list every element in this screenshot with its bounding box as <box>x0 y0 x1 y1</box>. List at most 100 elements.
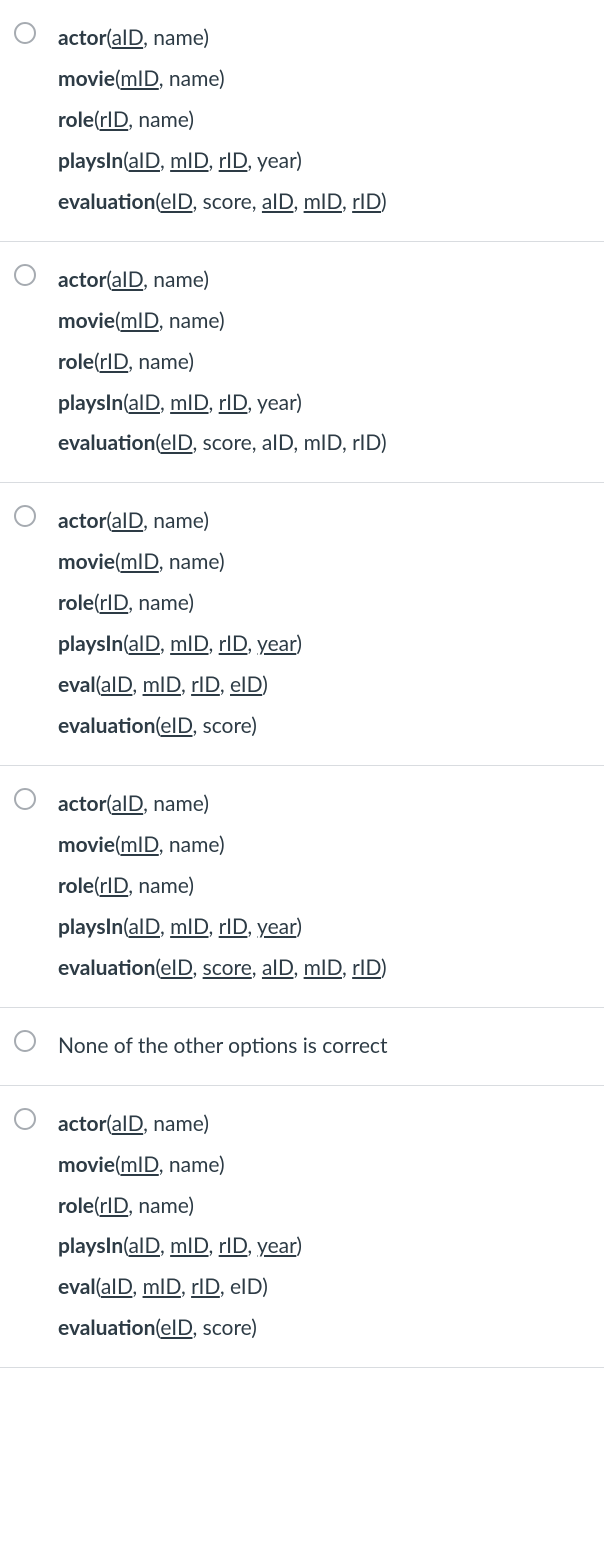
key-attribute: mID <box>304 955 342 980</box>
relation-name: role <box>58 1193 94 1218</box>
text-segment: , name) <box>159 308 225 333</box>
relation-name: actor <box>58 791 106 816</box>
radio-button[interactable] <box>14 1108 36 1130</box>
answer-option[interactable]: None of the other options is correct <box>0 1008 604 1086</box>
answer-option[interactable]: actor(aID, name)movie(mID, name)role(rID… <box>0 0 604 242</box>
key-attribute: eID <box>230 672 262 697</box>
key-attribute: aID <box>112 508 144 533</box>
text-segment: , <box>247 914 257 939</box>
key-attribute: rID <box>99 873 128 898</box>
schema-line: actor(aID, name) <box>58 501 590 542</box>
radio-button[interactable] <box>14 1030 36 1052</box>
text-segment: , <box>209 390 219 415</box>
radio-button[interactable] <box>14 22 36 44</box>
key-attribute: rID <box>99 107 128 132</box>
text-segment: , <box>342 955 352 980</box>
schema-line: movie(mID, name) <box>58 542 590 583</box>
text-segment: , name) <box>159 549 225 574</box>
text-segment: , name) <box>143 1111 209 1136</box>
key-attribute: rID <box>219 1233 248 1258</box>
text-segment: , <box>247 1233 257 1258</box>
schema-line: role(rID, name) <box>58 583 590 624</box>
relation-name: playsIn <box>58 914 123 939</box>
text-segment: ) <box>296 914 302 939</box>
key-attribute: rID <box>191 672 220 697</box>
relation-name: evaluation <box>58 430 155 455</box>
key-attribute: aID <box>112 1111 144 1136</box>
relation-name: actor <box>58 1111 106 1136</box>
key-attribute: aID <box>112 267 144 292</box>
radio-button[interactable] <box>14 788 36 810</box>
text-segment: , name) <box>128 349 194 374</box>
key-attribute: aID <box>128 631 160 656</box>
relation-name: actor <box>58 508 106 533</box>
schema-line: actor(aID, name) <box>58 260 590 301</box>
answer-content: actor(aID, name)movie(mID, name)role(rID… <box>58 784 590 989</box>
relation-name: movie <box>58 549 115 574</box>
relation-name: movie <box>58 832 115 857</box>
text-segment: , score) <box>192 1315 256 1340</box>
answer-option[interactable]: actor(aID, name)movie(mID, name)role(rID… <box>0 1086 604 1369</box>
relation-name: role <box>58 107 94 132</box>
text-segment: , <box>132 672 142 697</box>
key-attribute: rID <box>219 914 248 939</box>
key-attribute: rID <box>219 148 248 173</box>
text-segment: , <box>293 189 303 214</box>
key-attribute: rID <box>219 631 248 656</box>
relation-name: movie <box>58 1152 115 1177</box>
answer-option[interactable]: actor(aID, name)movie(mID, name)role(rID… <box>0 766 604 1008</box>
text-segment: , name) <box>143 267 209 292</box>
key-attribute: rID <box>352 955 381 980</box>
text-segment: , <box>220 672 230 697</box>
schema-line: role(rID, name) <box>58 100 590 141</box>
relation-name: actor <box>58 267 106 292</box>
relation-name: role <box>58 590 94 615</box>
key-attribute: eID <box>160 189 192 214</box>
text-segment: ) <box>381 189 387 214</box>
key-attribute: rID <box>99 590 128 615</box>
text-segment: , <box>160 1233 170 1258</box>
text-segment: , name) <box>159 66 225 91</box>
schema-line: evaluation(eID, score, aID, mID, rID) <box>58 182 590 223</box>
text-segment: ) <box>262 672 268 697</box>
key-attribute: aID <box>128 390 160 415</box>
schema-line: playsIn(aID, mID, rID, year) <box>58 1226 590 1267</box>
answer-option[interactable]: actor(aID, name)movie(mID, name)role(rID… <box>0 483 604 766</box>
relation-name: evaluation <box>58 1315 155 1340</box>
answer-option[interactable]: actor(aID, name)movie(mID, name)role(rID… <box>0 242 604 484</box>
text-segment: , name) <box>143 508 209 533</box>
text-segment: , name) <box>128 873 194 898</box>
relation-name: playsIn <box>58 1233 123 1258</box>
key-attribute: mID <box>170 390 208 415</box>
text-segment: None of the other options is correct <box>58 1033 388 1058</box>
relation-name: eval <box>58 1274 96 1299</box>
key-attribute: eID <box>160 1315 192 1340</box>
schema-line: actor(aID, name) <box>58 1104 590 1145</box>
relation-name: eval <box>58 672 96 697</box>
key-attribute: mID <box>120 308 158 333</box>
text-segment: , year) <box>247 148 302 173</box>
relation-name: actor <box>58 25 106 50</box>
text-segment: , name) <box>159 832 225 857</box>
text-segment: , name) <box>143 791 209 816</box>
schema-line: evaluation(eID, score, aID, mID, rID) <box>58 423 590 464</box>
schema-line: role(rID, name) <box>58 342 590 383</box>
relation-name: playsIn <box>58 148 123 173</box>
relation-name: playsIn <box>58 390 123 415</box>
schema-line: evaluation(eID, score, aID, mID, rID) <box>58 948 590 989</box>
schema-line: playsIn(aID, mID, rID, year) <box>58 907 590 948</box>
text-segment: , <box>209 631 219 656</box>
text-segment: , <box>247 631 257 656</box>
schema-line: eval(aID, mID, rID, eID) <box>58 1267 590 1308</box>
text-segment: , <box>160 914 170 939</box>
key-attribute: mID <box>170 914 208 939</box>
answer-content: actor(aID, name)movie(mID, name)role(rID… <box>58 501 590 747</box>
text-segment: , score) <box>192 713 256 738</box>
key-attribute: rID <box>191 1274 220 1299</box>
radio-button[interactable] <box>14 505 36 527</box>
radio-button[interactable] <box>14 264 36 286</box>
text-segment: , <box>209 1233 219 1258</box>
schema-line: playsIn(aID, mID, rID, year) <box>58 624 590 665</box>
text-segment: , <box>160 148 170 173</box>
text-segment: , <box>209 148 219 173</box>
